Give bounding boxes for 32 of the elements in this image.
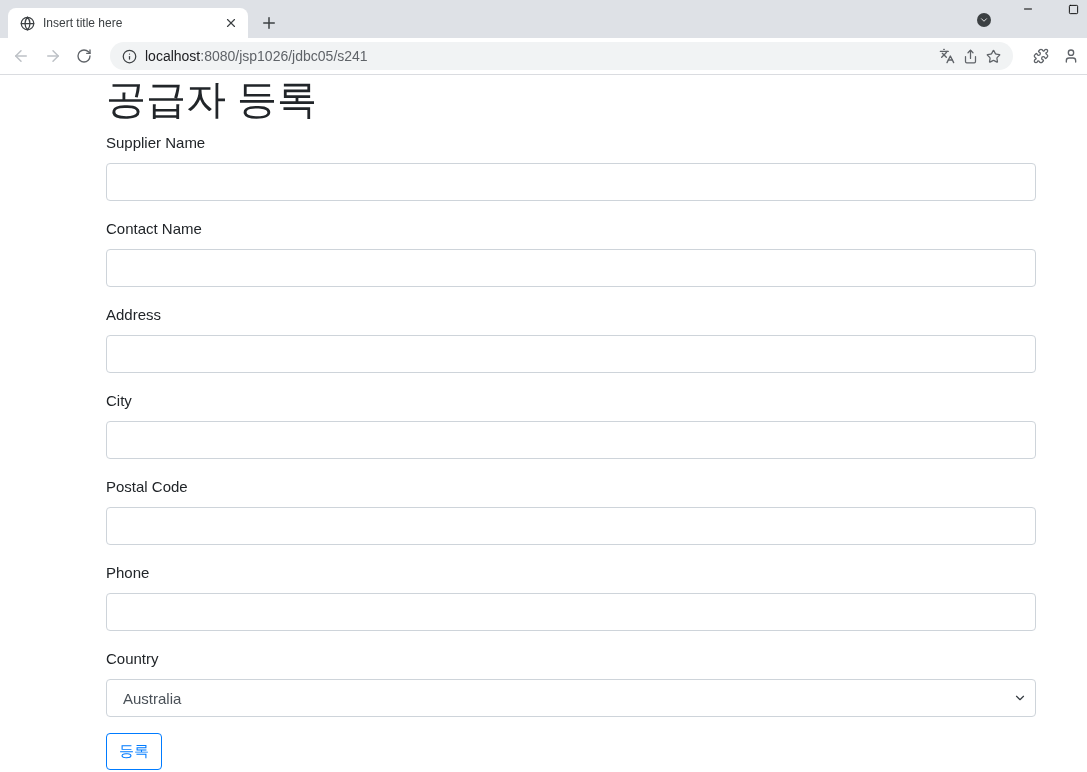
- field-label: Country: [106, 649, 159, 669]
- translate-icon[interactable]: [939, 48, 955, 64]
- maximize-icon[interactable]: [1068, 3, 1079, 15]
- field-label: City: [106, 391, 132, 411]
- address-bar[interactable]: localhost:8080/jsp1026/jdbc05/s241: [110, 42, 1013, 70]
- close-icon[interactable]: [224, 16, 238, 30]
- input-field[interactable]: [106, 163, 1036, 201]
- new-tab-icon[interactable]: [260, 14, 278, 32]
- field-label: Contact Name: [106, 219, 202, 239]
- star-icon[interactable]: [986, 48, 1001, 64]
- share-icon[interactable]: [963, 48, 978, 64]
- field-label: Address: [106, 305, 162, 325]
- input-field[interactable]: [106, 421, 1036, 459]
- field-label: Phone: [106, 563, 150, 583]
- extensions-icon[interactable]: [1033, 48, 1049, 64]
- page-heading: 공급자 등록: [106, 76, 319, 123]
- url-text: localhost:8080/jsp1026/jdbc05/s241: [145, 48, 369, 64]
- field-label: Supplier Name: [106, 133, 206, 153]
- field-label: Postal Code: [106, 477, 188, 497]
- dropdown-icon[interactable]: [977, 13, 991, 27]
- browser-tab[interactable]: Insert title here: [8, 8, 248, 38]
- input-field[interactable]: [106, 507, 1036, 545]
- input-field[interactable]: [106, 335, 1036, 373]
- profile-icon[interactable]: [1063, 48, 1079, 64]
- select-field[interactable]: Australia: [106, 679, 1036, 717]
- tab-title: Insert title here: [43, 16, 124, 30]
- input-field[interactable]: [106, 593, 1036, 631]
- globe-icon: [20, 15, 35, 31]
- info-icon[interactable]: [122, 48, 137, 64]
- input-field[interactable]: [106, 249, 1036, 287]
- submit-button[interactable]: 등록: [106, 733, 162, 770]
- reload-icon[interactable]: [76, 48, 92, 64]
